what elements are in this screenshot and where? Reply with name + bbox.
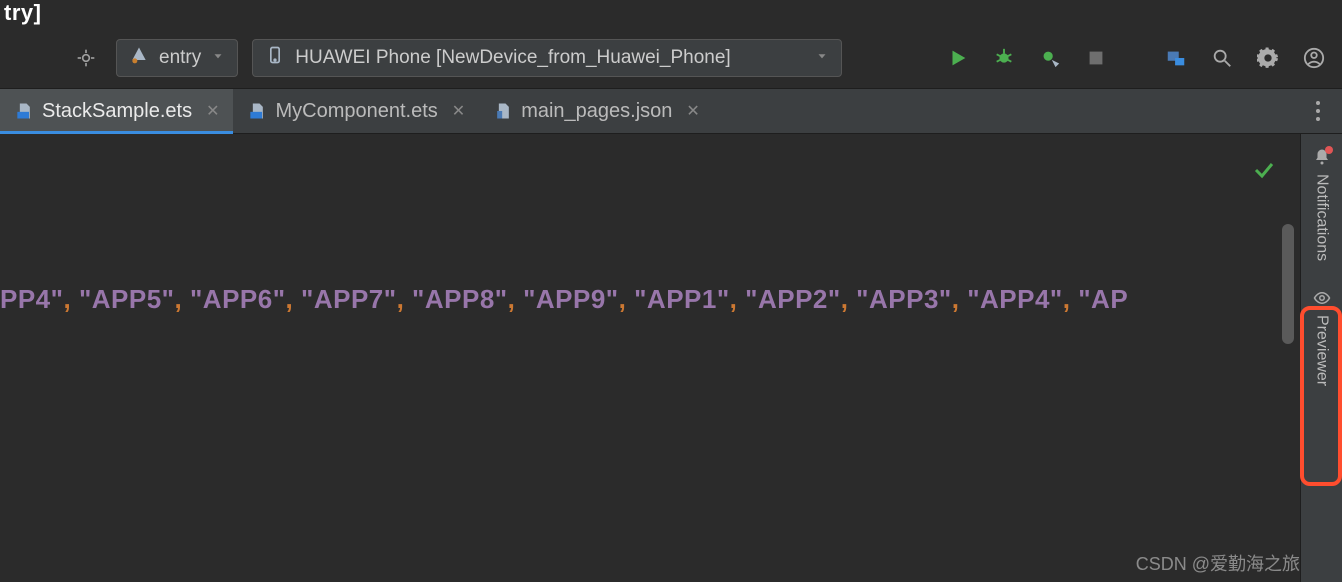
notifications-label: Notifications	[1313, 174, 1331, 261]
chevron-down-icon	[815, 47, 829, 69]
debug-button[interactable]	[988, 42, 1020, 74]
stop-button[interactable]	[1080, 42, 1112, 74]
phone-icon	[265, 45, 285, 71]
ets-file-icon	[247, 101, 267, 121]
tab-label: MyComponent.ets	[275, 100, 437, 123]
ets-file-icon	[14, 101, 34, 121]
search-icon[interactable]	[1206, 42, 1238, 74]
gear-icon[interactable]	[1252, 42, 1284, 74]
notification-dot-icon	[1325, 146, 1333, 154]
project-structure-icon[interactable]	[1160, 42, 1192, 74]
bell-icon	[1313, 148, 1331, 166]
close-icon[interactable]: ✕	[686, 101, 699, 121]
editor-body: PP4", "APP5", "APP6", "APP7", "APP8", "A…	[0, 134, 1342, 582]
editor-tab-bar: StackSample.ets ✕ MyComponent.ets ✕ main…	[0, 88, 1342, 134]
module-label: entry	[159, 47, 201, 69]
chevron-down-icon	[211, 47, 225, 69]
previewer-label: Previewer	[1313, 315, 1331, 386]
code-editor[interactable]: PP4", "APP5", "APP6", "APP7", "APP8", "A…	[0, 134, 1300, 582]
account-icon[interactable]	[1298, 42, 1330, 74]
watermark-text: CSDN @爱勤海之旅	[1136, 550, 1300, 576]
editor-tab[interactable]: main_pages.json ✕	[479, 89, 714, 133]
json-file-icon	[493, 101, 513, 121]
eye-icon	[1313, 289, 1331, 307]
more-tabs-icon[interactable]	[1300, 93, 1336, 129]
locate-target-icon[interactable]	[70, 42, 102, 74]
run-button[interactable]	[942, 42, 974, 74]
no-problems-icon[interactable]	[1252, 158, 1276, 187]
editor-tab[interactable]: StackSample.ets ✕	[0, 89, 233, 133]
device-label: HUAWEI Phone [NewDevice_from_Huawei_Phon…	[295, 47, 730, 69]
tab-label: main_pages.json	[521, 100, 672, 123]
module-icon	[129, 45, 149, 71]
close-icon[interactable]: ✕	[452, 101, 465, 121]
right-tool-rail: Notifications Previewer	[1300, 134, 1342, 582]
attach-debugger-button[interactable]	[1034, 42, 1066, 74]
close-icon[interactable]: ✕	[206, 101, 219, 121]
main-toolbar: entry HUAWEI Phone [NewDevice_from_Huawe…	[0, 28, 1342, 88]
window-title-fragment: try]	[0, 0, 1342, 28]
module-selector[interactable]: entry	[116, 39, 238, 77]
notifications-tab[interactable]: Notifications	[1313, 134, 1331, 275]
tab-label: StackSample.ets	[42, 100, 192, 123]
device-selector[interactable]: HUAWEI Phone [NewDevice_from_Huawei_Phon…	[252, 39, 842, 77]
previewer-tab[interactable]: Previewer	[1313, 275, 1331, 400]
scrollbar-thumb[interactable]	[1282, 224, 1294, 344]
code-line: PP4", "APP5", "APP6", "APP7", "APP8", "A…	[0, 284, 1128, 315]
editor-tab[interactable]: MyComponent.ets ✕	[233, 89, 479, 133]
